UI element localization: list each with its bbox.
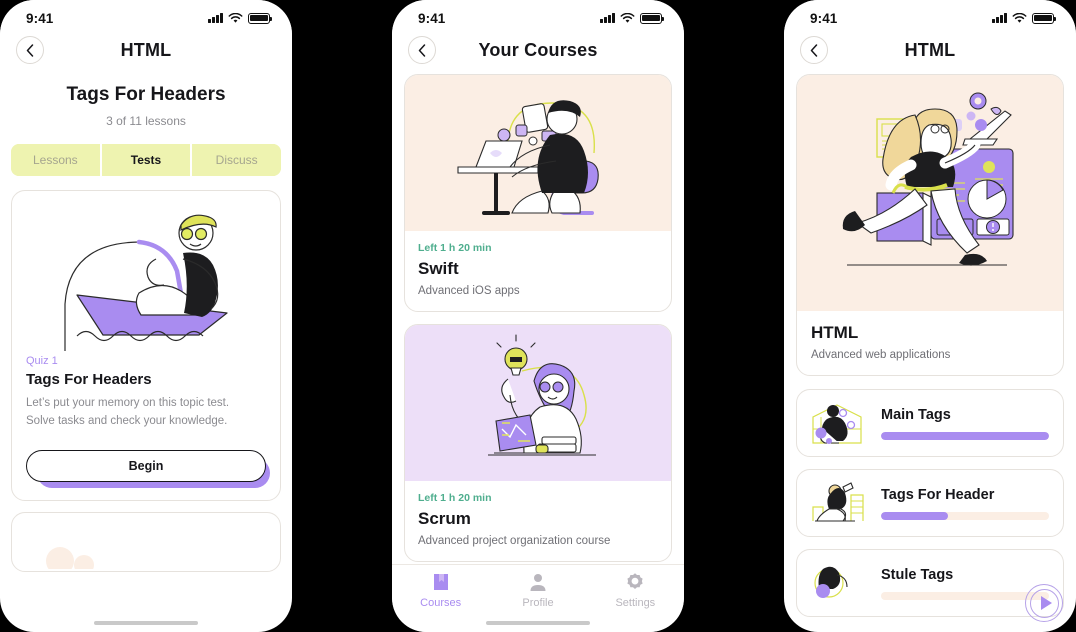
hero-body: HTML Advanced web applications	[797, 311, 1063, 375]
bottom-tab-bar: Courses Profile Settings	[392, 564, 684, 632]
phone-screen-your-courses: 9:41 Your Courses Left 1 h 20 min Swift …	[392, 0, 684, 632]
wifi-icon	[620, 12, 635, 23]
lesson-title: Tags For Header	[881, 486, 995, 503]
status-bar-time: 9:41	[810, 10, 838, 26]
cellular-signal-icon	[208, 13, 223, 23]
course-time-left: Left 1 h 20 min	[418, 492, 492, 504]
lesson-title: Main Tags	[881, 406, 951, 423]
battery-icon	[640, 12, 664, 24]
course-time-left: Left 1 h 20 min	[418, 242, 492, 254]
lesson-card-stule-tags[interactable]: Stule Tags	[796, 549, 1064, 617]
lesson-right: Stule Tags	[881, 567, 1049, 600]
progress-track	[881, 591, 1049, 600]
cellular-signal-icon	[600, 13, 615, 23]
quiz-description-line-1: Let’s put your memory on this topic test…	[26, 397, 230, 409]
lesson-right: Main Tags	[881, 407, 1049, 440]
phone-screen-html-course: 9:41 HTML HTML Advanced web applications…	[784, 0, 1076, 632]
people-working-thumbnail	[807, 399, 869, 447]
progress-fill	[881, 511, 949, 520]
hero-course-card: HTML Advanced web applications	[796, 74, 1064, 622]
man-at-desk-with-laptop-illustration	[405, 75, 671, 231]
running-woman-with-laptop-and-dashboard-illustration	[797, 75, 1063, 311]
quiz-description-line-2: Solve tasks and check your knowledge.	[26, 414, 228, 427]
lesson-progress-subtitle: 3 of 11 lessons	[106, 114, 186, 128]
wifi-icon	[1012, 12, 1027, 23]
hero-description: Advanced web applications	[811, 349, 951, 361]
course-detail-list: HTML Advanced web applications Main Tags…	[784, 74, 1076, 622]
lesson-heading: Tags For Headers	[66, 84, 226, 105]
tab-label: Profile	[522, 597, 554, 609]
status-bar-icons	[992, 12, 1056, 24]
lesson-card-tags-for-header[interactable]: Tags For Header	[796, 469, 1064, 537]
tab-label: Settings	[615, 597, 656, 609]
status-bar-icons	[208, 12, 272, 24]
lesson-title: Stule Tags	[881, 566, 954, 583]
quiz-title: Tags For Headers	[26, 371, 152, 388]
nav-bar: HTML	[784, 30, 1076, 74]
status-bar-icons	[600, 12, 664, 24]
page-title: HTML	[904, 39, 956, 60]
lesson-right: Tags For Header	[881, 487, 1049, 520]
home-indicator	[94, 620, 198, 625]
course-card-scrum[interactable]: Left 1 h 20 min Scrum Advanced project o…	[404, 324, 672, 562]
next-quiz-card-peek[interactable]	[11, 511, 281, 572]
status-bar-time: 9:41	[418, 10, 446, 26]
person-purple-thumbnail	[807, 559, 869, 607]
progress-fill	[881, 431, 1049, 440]
nav-bar: HTML	[0, 30, 292, 74]
home-indicator	[486, 620, 590, 625]
nav-bar: Your Courses	[392, 30, 684, 74]
begin-button-wrap: Begin	[26, 449, 270, 488]
battery-icon	[248, 12, 272, 24]
course-description: Advanced iOS apps	[418, 285, 520, 297]
tab-settings[interactable]: Settings	[587, 572, 684, 632]
lesson-card-main-tags[interactable]: Main Tags	[796, 389, 1064, 457]
person-icon	[530, 574, 546, 591]
quiz-label: Quiz 1	[26, 355, 58, 367]
course-body: Left 1 h 20 min Scrum Advanced project o…	[405, 481, 671, 561]
tab-discuss[interactable]: Discuss	[192, 144, 281, 176]
quiz-card: Quiz 1 Tags For Headers Let’s put your m…	[11, 190, 281, 501]
gear-icon	[627, 573, 643, 589]
wifi-icon	[228, 12, 243, 23]
cellular-signal-icon	[992, 13, 1007, 23]
battery-icon	[1032, 12, 1056, 24]
progress-track	[881, 511, 1049, 520]
woman-with-lightbulb-and-laptop-illustration	[405, 325, 671, 481]
status-bar: 9:41	[784, 0, 1076, 30]
page-title: Your Courses	[478, 39, 598, 60]
status-bar: 9:41	[392, 0, 684, 30]
course-description: Advanced project organization course	[418, 535, 611, 547]
course-card-swift[interactable]: Left 1 h 20 min Swift Advanced iOS apps	[404, 74, 672, 312]
hero-title: HTML	[811, 323, 859, 342]
course-title: Scrum	[418, 509, 471, 528]
courses-list: Left 1 h 20 min Swift Advanced iOS apps	[392, 74, 684, 562]
tab-label: Courses	[420, 597, 462, 609]
segmented-control: Lessons Tests Discuss	[11, 144, 281, 176]
course-body: Left 1 h 20 min Swift Advanced iOS apps	[405, 231, 671, 311]
book-icon	[433, 574, 448, 590]
phone-screen-lesson-tests: 9:41 HTML Tags For Headers 3 of 11 lesso…	[0, 0, 292, 632]
status-bar-time: 9:41	[26, 10, 54, 26]
course-title: Swift	[418, 259, 459, 278]
person-reading-thumbnail	[807, 479, 869, 527]
tab-courses[interactable]: Courses	[392, 572, 489, 632]
tab-tests[interactable]: Tests	[101, 144, 193, 176]
begin-button[interactable]: Begin	[26, 449, 266, 482]
three-phone-screens: 9:41 HTML Tags For Headers 3 of 11 lesso…	[0, 0, 1076, 632]
peek-illustration	[42, 535, 102, 571]
page-title: HTML	[120, 39, 172, 60]
status-bar: 9:41	[0, 0, 292, 30]
fisherman-in-boat-illustration	[26, 201, 266, 351]
tab-lessons[interactable]: Lessons	[11, 144, 102, 176]
progress-track	[881, 431, 1049, 440]
